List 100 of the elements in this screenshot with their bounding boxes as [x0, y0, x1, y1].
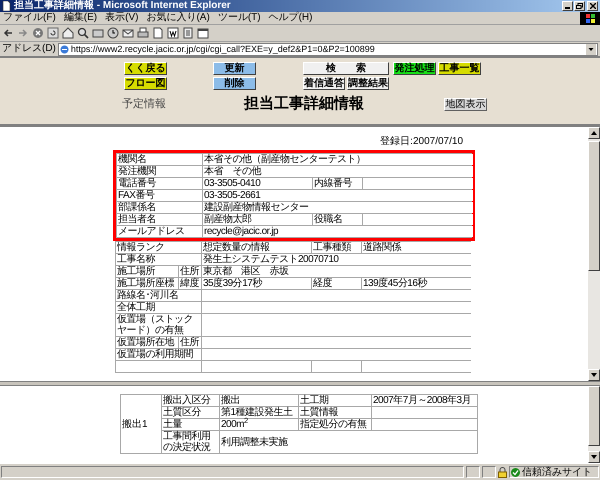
stop-icon[interactable]	[32, 27, 44, 39]
scroll-thumb[interactable]	[588, 141, 600, 271]
nav-button[interactable]: 工事一覧	[438, 62, 481, 75]
field-value: 副産物太郎	[203, 214, 312, 225]
notepad-icon[interactable]	[182, 27, 194, 39]
field-value: 03-3505-0410	[203, 178, 312, 189]
menu-item[interactable]: ヘルプ(H)	[268, 12, 312, 24]
field-value: 発生土システムテスト20070710	[202, 254, 472, 265]
scroll-down-button[interactable]	[588, 451, 600, 463]
field-label: 部課係名	[117, 202, 202, 213]
field-label: 工事名称	[116, 254, 201, 265]
field-value: 本省 その他	[203, 166, 473, 177]
minimize-button[interactable]	[562, 1, 573, 11]
field-value: recycle@jacic.or.jp	[203, 226, 473, 237]
refresh-icon[interactable]	[47, 27, 59, 39]
nav-button[interactable]: 着信通答	[303, 77, 345, 90]
field-value: 2007年7月～2008年3月	[372, 395, 477, 406]
field-label: 施工場所	[116, 266, 178, 277]
nav-button[interactable]: フロー図	[124, 77, 167, 90]
field-label: 役職名	[313, 214, 362, 225]
field-value: 200m$^{2}$	[220, 419, 298, 430]
padlock-icon	[498, 466, 507, 478]
scroll-down-button[interactable]	[588, 369, 600, 381]
field-value: 搬出	[220, 395, 298, 406]
nav-button[interactable]: 更新	[213, 62, 256, 75]
printer-icon[interactable]	[137, 27, 149, 39]
field-value: 139度45分16秒	[362, 278, 472, 289]
document-icon[interactable]	[152, 27, 164, 39]
menu-item[interactable]: 表示(V)	[105, 12, 138, 24]
field-label: FAX番号	[117, 190, 202, 201]
field-label: 搬出1	[121, 395, 161, 453]
nav-button[interactable]: 検 索	[303, 62, 389, 75]
nav-button[interactable]: 調整結果	[347, 77, 389, 90]
field-label: 仮置場（ストックヤード）の有無	[116, 314, 201, 336]
field-label: 経度	[312, 278, 361, 289]
field-label: 住所	[179, 266, 201, 277]
page-subtitle: 予定情報	[122, 97, 167, 111]
back-arrow-icon[interactable]	[2, 27, 14, 39]
field-value: 東京都 港区 赤坂	[202, 266, 472, 277]
field-label: 工事種類	[312, 242, 361, 253]
field-label: 担当者名	[117, 214, 202, 225]
field-value: 第1種建設発生土	[220, 407, 298, 418]
field-label: 土工期	[299, 395, 371, 406]
clock-icon[interactable]	[107, 27, 119, 39]
minimize-icon	[565, 7, 570, 9]
security-zone-label: 信頼済みサイト	[522, 466, 592, 478]
field-label: 施工場所座標	[116, 278, 178, 289]
field-label: 住所	[179, 337, 201, 348]
field-value: 建設副産物情報センター	[203, 202, 473, 213]
field-label: 緯度	[179, 278, 201, 289]
field-label: 指定処分の有無	[299, 419, 371, 430]
status-panel	[482, 466, 496, 478]
field-value: 本省その他（副産物センターテスト）	[203, 154, 473, 165]
nav-button[interactable]: 発注処理	[393, 62, 436, 75]
page-heading: 担当工事詳細情報	[244, 95, 364, 113]
field-label: 工事間利用の決定状況	[162, 431, 219, 453]
window-icon[interactable]	[197, 27, 209, 39]
field-value: 35度39分17秒	[202, 278, 311, 289]
address-field[interactable]: https://www2.recycle.jacic.or.jp/cgi/cgi_call?EXE=y_def2&P1=0&P2=100899	[58, 42, 598, 56]
field-label: 情報ランク	[116, 242, 201, 253]
field-label: 仮置場所在地	[116, 337, 178, 348]
menu-item[interactable]: 編集(E)	[64, 12, 98, 24]
home-icon[interactable]	[62, 27, 74, 39]
field-label: 電話番号	[117, 178, 202, 189]
registration-date: 登録日:2007/07/10	[380, 136, 463, 148]
w-letter-icon[interactable]	[167, 27, 179, 39]
field-label: 全体工期	[116, 302, 201, 313]
scrollbar[interactable]	[588, 127, 600, 381]
restore-icon	[576, 3, 583, 9]
field-label: 仮置場の利用期間	[116, 349, 201, 360]
envelope-icon[interactable]	[122, 27, 134, 39]
field-label: 内線番号	[313, 178, 362, 189]
field-label: 機関名	[117, 154, 202, 165]
scroll-up-button[interactable]	[588, 127, 600, 139]
close-button[interactable]	[587, 1, 598, 11]
down-arrow-icon	[591, 455, 597, 459]
scrollbar[interactable]	[588, 386, 600, 463]
field-label: 搬出入区分	[162, 395, 219, 406]
field-label: 土質区分	[162, 407, 219, 418]
field-value: 道路関係	[362, 242, 472, 253]
field-label: 路線名･河川名	[116, 290, 201, 301]
status-panel	[466, 466, 480, 478]
maximize-button[interactable]	[574, 1, 585, 11]
menu-item[interactable]: ツール(T)	[218, 12, 261, 24]
four-color-flag-icon	[580, 12, 600, 24]
address-label: アドレス(D)	[2, 43, 56, 55]
field-label: 土質情報	[299, 407, 371, 418]
nav-button[interactable]: くく戻る	[124, 62, 167, 75]
field-value: 利用調整未実施	[220, 431, 477, 453]
field-label: メールアドレス	[117, 226, 202, 237]
map-button[interactable]: 地図表示	[444, 98, 487, 110]
field-label: 発注機関	[117, 166, 202, 177]
scroll-thumb[interactable]	[588, 386, 600, 446]
down-arrow-icon	[591, 373, 597, 377]
up-arrow-icon	[591, 131, 597, 135]
menu-item[interactable]: ファイル(F)	[3, 12, 56, 24]
menu-item[interactable]: お気に入り(A)	[146, 12, 210, 24]
nav-button[interactable]: 削除	[213, 77, 256, 90]
field-label: 土量	[162, 419, 219, 430]
search-icon[interactable]	[77, 27, 89, 39]
